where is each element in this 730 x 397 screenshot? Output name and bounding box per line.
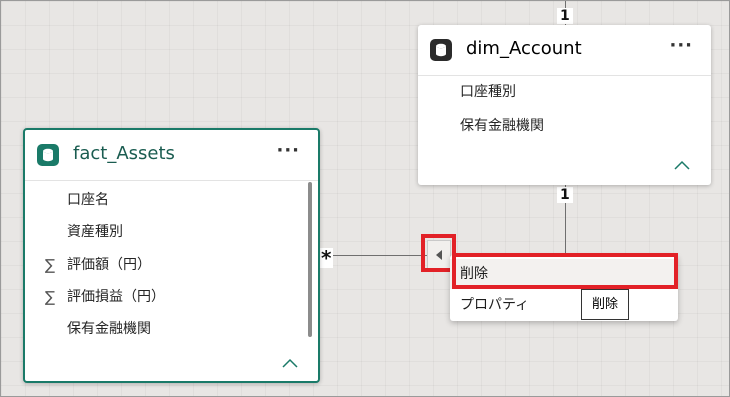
more-options-icon[interactable]: ··· [669, 35, 693, 56]
field-item[interactable]: 口座名 [67, 191, 109, 209]
chevron-up-icon[interactable] [672, 157, 692, 171]
table-title: fact_Assets [73, 143, 175, 164]
table-title: dim_Account [466, 38, 582, 59]
menu-item-delete[interactable]: 削除 [450, 259, 678, 289]
field-item[interactable]: 保有金融機関 [67, 320, 151, 338]
cardinality-many: * [319, 246, 334, 270]
database-icon [430, 39, 452, 61]
cardinality-one-mid: 1 [557, 187, 573, 203]
sigma-icon: ∑ [45, 288, 56, 306]
cardinality-one-top: 1 [557, 8, 573, 24]
table-card-fact-assets[interactable]: fact_Assets ··· 口座名 資産種別 ∑ 評価額（円） ∑ 評価損益… [23, 128, 320, 383]
table-card-dim-account[interactable]: dim_Account ··· 口座種別 保有金融機関 [418, 25, 711, 185]
field-item[interactable]: 資産種別 [67, 223, 123, 241]
relationship-line-horizontal[interactable] [320, 255, 430, 256]
field-item[interactable]: 評価額（円） [67, 256, 151, 274]
field-item[interactable]: 口座種別 [460, 83, 516, 101]
more-options-icon[interactable]: ··· [276, 140, 300, 161]
relationship-menu-arrow-button[interactable] [427, 240, 451, 270]
chevron-up-icon[interactable] [280, 355, 300, 369]
table-header[interactable]: dim_Account ··· [418, 25, 711, 76]
sigma-icon: ∑ [45, 256, 56, 274]
table-header[interactable]: fact_Assets ··· [25, 130, 318, 181]
caret-left-icon [436, 250, 442, 260]
field-item[interactable]: 評価損益（円） [67, 288, 165, 306]
field-item[interactable]: 保有金融機関 [460, 117, 544, 135]
tooltip-delete: 削除 [581, 289, 629, 320]
database-icon [37, 144, 59, 166]
scrollbar[interactable] [308, 182, 312, 337]
context-menu: 削除 プロパティ [450, 255, 678, 321]
model-view-canvas[interactable]: 1 1 * dim_Account ··· 口座種別 保有金融機関 fact_A… [0, 0, 730, 397]
menu-item-properties[interactable]: プロパティ [450, 290, 678, 320]
